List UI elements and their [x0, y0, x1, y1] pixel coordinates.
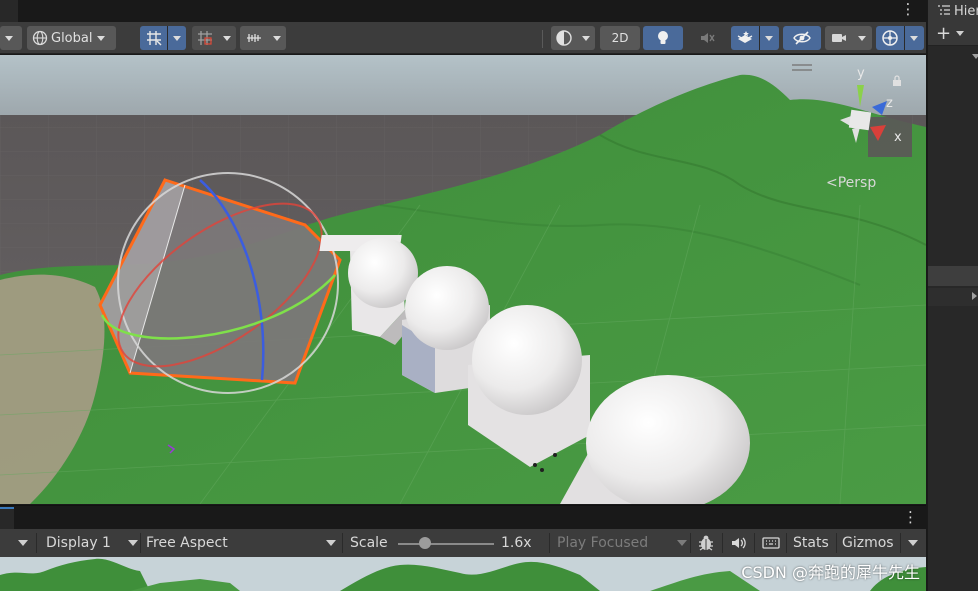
scale-slider-handle[interactable]	[418, 537, 431, 549]
hierarchy-panel: Hierarchy +	[927, 0, 978, 591]
chevron-down-icon	[128, 540, 138, 546]
hierarchy-list-icon	[938, 4, 950, 19]
aspect-label: Free Aspect	[146, 535, 228, 551]
watermark: CSDN @奔跑的犀牛先生	[741, 563, 920, 582]
audio-toggle[interactable]	[687, 26, 727, 50]
game-tab-strip: ⋮	[0, 505, 926, 529]
hierarchy-selected-row[interactable]	[928, 266, 978, 286]
scene-viewport[interactable]: y z x <Persp	[0, 55, 926, 504]
snap-settings-dropdown[interactable]	[240, 26, 286, 50]
global-label: Global	[51, 30, 93, 46]
chevron-down-icon	[326, 540, 336, 546]
gizmos-dropdown-arrow[interactable]	[908, 529, 918, 557]
lighting-toggle[interactable]	[643, 26, 683, 50]
chevron-down-icon	[910, 35, 918, 41]
snap-ruler-icon	[240, 29, 268, 47]
grid-snap-icon	[140, 29, 167, 47]
pivot-dropdown[interactable]	[0, 26, 22, 50]
scale-label: Scale	[350, 535, 388, 551]
stats-button[interactable]: Stats	[793, 529, 829, 557]
camera-icon	[825, 31, 853, 45]
hierarchy-tab[interactable]: Hierarchy	[928, 0, 978, 22]
draw-mode-dropdown[interactable]	[551, 26, 595, 50]
game-toolbar: Display 1 Free Aspect Scale 1.6x Play Fo…	[0, 529, 926, 557]
game-tab[interactable]	[0, 507, 14, 529]
effects-dropdown[interactable]	[731, 26, 779, 50]
bug-icon[interactable]	[697, 529, 715, 557]
chevron-down-icon	[765, 35, 773, 41]
display-label: Display 1	[46, 535, 111, 551]
scene-tab-strip: ⋮	[0, 0, 926, 22]
hierarchy-toolbar: +	[928, 22, 978, 46]
increment-snap-toggle[interactable]	[192, 26, 236, 50]
gizmo-x-label: x	[894, 130, 902, 145]
chevron-down-icon	[97, 35, 106, 41]
chevron-down-icon	[858, 35, 866, 41]
shading-mode-icon	[551, 29, 577, 47]
projection-label: Persp	[837, 175, 877, 191]
game-kebab-menu-icon[interactable]: ⋮	[903, 509, 918, 525]
gizmo-y-label: y	[857, 66, 865, 81]
overlay-menu-icon[interactable]	[792, 64, 812, 72]
speaker-icon[interactable]	[730, 529, 748, 557]
gizmos-button[interactable]: Gizmos	[842, 529, 894, 557]
gizmo-z-arrow[interactable]	[872, 101, 887, 115]
camera-settings-dropdown[interactable]	[825, 26, 872, 50]
display-dropdown[interactable]: Display 1	[46, 529, 138, 557]
chevron-down-icon[interactable]	[956, 31, 964, 36]
scale-value: 1.6x	[501, 535, 532, 551]
keyboard-icon[interactable]	[762, 529, 780, 557]
lock-icon[interactable]	[892, 75, 902, 87]
globe-icon	[32, 30, 48, 46]
hierarchy-tab-label: Hierarchy	[954, 3, 978, 19]
chevron-down-icon	[908, 540, 918, 546]
gizmos-dropdown[interactable]	[876, 26, 924, 50]
aspect-dropdown[interactable]: Free Aspect	[146, 529, 336, 557]
persp-chevron-icon: <	[826, 175, 838, 191]
game-view-mode-dropdown[interactable]	[18, 529, 28, 557]
chevron-down-icon	[582, 35, 590, 41]
audio-muted-icon	[698, 30, 716, 46]
light-bulb-icon	[655, 29, 671, 47]
effects-layers-icon	[731, 29, 759, 47]
chevron-down-icon	[677, 540, 687, 546]
gizmo-globe-icon	[876, 29, 904, 47]
2d-mode-toggle[interactable]: 2D	[600, 26, 640, 50]
gizmo-y-arrow[interactable]	[857, 85, 864, 107]
scene-kebab-menu-icon[interactable]: ⋮	[898, 0, 918, 20]
add-icon[interactable]: +	[936, 23, 951, 44]
play-mode-dropdown[interactable]: Play Focused	[557, 529, 687, 557]
grid-snap-toggle[interactable]	[140, 26, 186, 50]
chevron-down-icon	[5, 35, 13, 41]
play-mode-label: Play Focused	[557, 535, 649, 551]
chevron-down-icon	[273, 35, 281, 41]
scene-foldout-icon[interactable]	[972, 54, 978, 59]
chevron-right-icon[interactable]	[972, 292, 977, 300]
projection-toggle[interactable]: <Persp	[826, 175, 876, 191]
increment-snap-icon	[192, 29, 218, 47]
global-local-dropdown[interactable]: Global	[27, 26, 116, 50]
chevron-down-icon	[173, 35, 181, 41]
scene-toolbar: Global 2D	[0, 22, 926, 54]
2d-label: 2D	[611, 31, 629, 45]
chevron-down-icon	[18, 540, 28, 546]
scene-visibility-toggle[interactable]	[783, 26, 821, 50]
game-viewport[interactable]: CSDN @奔跑的犀牛先生	[0, 557, 926, 591]
gizmo-z-label: z	[886, 96, 893, 111]
hierarchy-row[interactable]	[928, 288, 978, 306]
eye-slash-icon	[792, 30, 812, 46]
scene-render[interactable]	[0, 55, 926, 504]
scene-tab[interactable]	[0, 0, 18, 22]
chevron-down-icon	[223, 35, 231, 41]
scale-slider-track[interactable]	[398, 543, 494, 545]
gizmo-center-cube[interactable]	[848, 109, 872, 131]
